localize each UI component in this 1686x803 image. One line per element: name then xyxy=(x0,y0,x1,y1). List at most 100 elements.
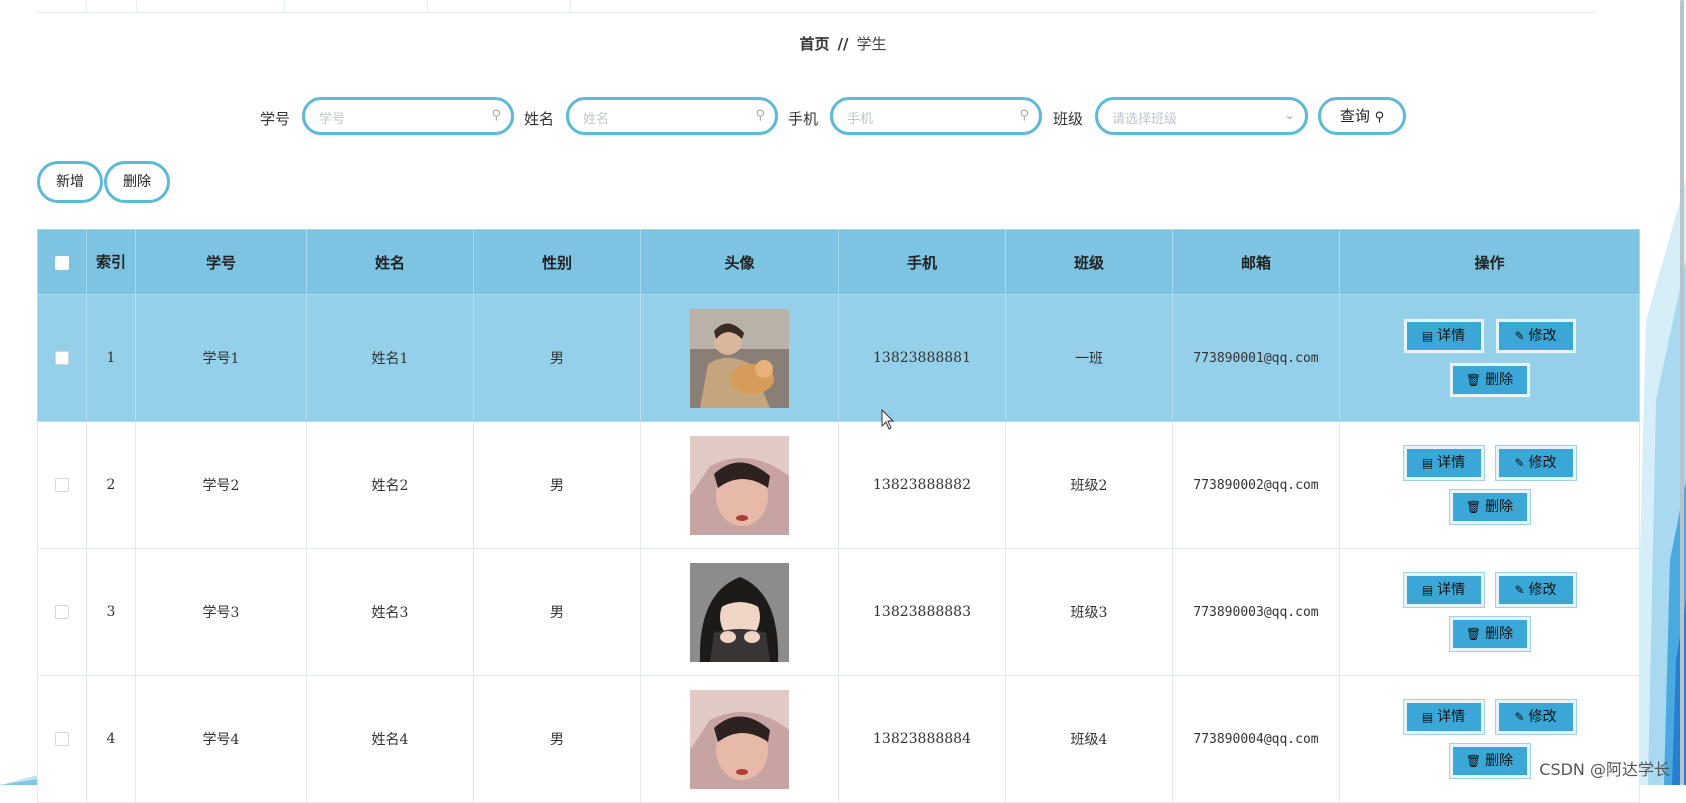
table-row[interactable]: 3 学号3 姓名3 男 13823888883 班级3 773890003@qq… xyxy=(37,548,1640,676)
name-input[interactable]: 姓名 ⚲ xyxy=(566,97,778,135)
cell-phone: 13823888881 xyxy=(838,294,1006,422)
avatar[interactable] xyxy=(690,308,789,408)
edit-label: 修改 xyxy=(1528,328,1557,344)
detail-label: 详情 xyxy=(1437,709,1466,725)
cell-name: 姓名1 xyxy=(306,294,474,422)
cell-index: 4 xyxy=(86,675,136,803)
cell-gender: 男 xyxy=(473,675,641,803)
cell-class: 班级2 xyxy=(1005,421,1173,549)
breadcrumb-home[interactable]: 首页 xyxy=(800,35,830,53)
student-no-input[interactable]: 学号 ⚲ xyxy=(302,97,514,135)
table-header-row: 索引 学号 姓名 性别 头像 手机 班级 邮箱 操作 xyxy=(37,229,1640,295)
edit-button[interactable]: ✎ 修改 xyxy=(1494,318,1577,354)
phone-label: 手机 xyxy=(788,110,819,128)
trash-icon: 🗑 xyxy=(1465,754,1482,768)
row-checkbox[interactable] xyxy=(55,478,69,492)
cell-actions: ▤ 详情 ✎ 修改 🗑 删除 xyxy=(1339,548,1640,676)
add-button[interactable]: 新增 xyxy=(37,161,103,203)
cell-actions: ▤ 详情 ✎ 修改 🗑 删除 xyxy=(1339,421,1640,549)
mouse-pointer-icon xyxy=(881,409,895,430)
cell-gender: 男 xyxy=(473,421,641,549)
cell-student-no: 学号3 xyxy=(135,548,307,676)
detail-button[interactable]: ▤ 详情 xyxy=(1402,445,1485,481)
detail-label: 详情 xyxy=(1437,455,1466,471)
row-select-cell[interactable] xyxy=(37,548,87,676)
detail-button[interactable]: ▤ 详情 xyxy=(1402,318,1485,354)
pencil-icon: ✎ xyxy=(1514,456,1525,470)
cell-email: 773890001@qq.com xyxy=(1172,294,1340,422)
delete-button[interactable]: 🗑 删除 xyxy=(1448,616,1531,652)
pencil-icon: ✎ xyxy=(1514,710,1525,724)
delete-button[interactable]: 🗑 删除 xyxy=(1448,743,1531,779)
phone-input[interactable]: 手机 ⚲ xyxy=(830,97,1042,135)
cell-avatar xyxy=(640,548,839,676)
header-class: 班级 xyxy=(1005,229,1173,295)
delete-label: 删除 xyxy=(1485,753,1514,769)
header-avatar: 头像 xyxy=(640,229,839,295)
document-icon: ▤ xyxy=(1421,710,1434,724)
row-checkbox[interactable] xyxy=(55,732,69,746)
detail-button[interactable]: ▤ 详情 xyxy=(1402,699,1485,735)
row-select-cell[interactable] xyxy=(37,421,87,549)
cell-name: 姓名4 xyxy=(306,675,474,803)
cell-phone: 13823888882 xyxy=(838,421,1006,549)
phone-placeholder: 手机 xyxy=(847,112,874,127)
row-select-cell[interactable] xyxy=(37,294,87,422)
avatar[interactable] xyxy=(690,689,789,789)
delete-button[interactable]: 🗑 删除 xyxy=(1448,489,1531,525)
cell-class: 班级4 xyxy=(1005,675,1173,803)
select-all-cell[interactable] xyxy=(37,229,87,295)
header-phone: 手机 xyxy=(838,229,1006,295)
batch-delete-button[interactable]: 删除 xyxy=(104,161,170,203)
query-label: 查询 xyxy=(1339,107,1370,125)
edit-button[interactable]: ✎ 修改 xyxy=(1494,445,1577,481)
delete-label: 删除 xyxy=(1485,499,1514,515)
name-placeholder: 姓名 xyxy=(583,112,610,127)
trash-icon: 🗑 xyxy=(1465,373,1482,387)
select-all-checkbox[interactable] xyxy=(55,255,69,270)
avatar[interactable] xyxy=(690,562,789,662)
cell-avatar xyxy=(640,421,839,549)
search-icon: ⚲ xyxy=(1374,110,1385,125)
table-row[interactable]: 4 学号4 姓名4 男 13823888884 班级4 773890004@qq… xyxy=(37,675,1640,803)
top-tab-strip xyxy=(36,0,1596,13)
document-icon: ▤ xyxy=(1421,456,1434,470)
trash-icon: 🗑 xyxy=(1465,627,1482,641)
cell-class: 一班 xyxy=(1005,294,1173,422)
row-checkbox[interactable] xyxy=(55,605,69,619)
table-row[interactable]: 1 学号1 姓名1 男 13823888881 一班 773890001@qq.… xyxy=(37,294,1640,422)
trash-icon: 🗑 xyxy=(1465,500,1482,514)
avatar[interactable] xyxy=(690,435,789,535)
document-icon: ▤ xyxy=(1421,329,1434,343)
header-actions: 操作 xyxy=(1339,229,1640,295)
table-row[interactable]: 2 学号2 姓名2 男 13823888882 班级2 773890002@qq… xyxy=(37,421,1640,549)
delete-label: 删除 xyxy=(1485,372,1514,388)
cell-actions: ▤ 详情 ✎ 修改 🗑 删除 xyxy=(1339,675,1640,803)
edit-button[interactable]: ✎ 修改 xyxy=(1494,572,1577,608)
cell-student-no: 学号4 xyxy=(135,675,307,803)
search-icon: ⚲ xyxy=(491,108,501,123)
detail-button[interactable]: ▤ 详情 xyxy=(1402,572,1485,608)
row-select-cell[interactable] xyxy=(37,675,87,803)
cell-student-no: 学号2 xyxy=(135,421,307,549)
delete-button[interactable]: 🗑 删除 xyxy=(1448,362,1531,398)
top-strip-segment xyxy=(86,0,137,12)
header-name: 姓名 xyxy=(306,229,474,295)
search-icon: ⚲ xyxy=(755,108,765,123)
class-select[interactable]: 请选择班级 ⌄ xyxy=(1095,97,1308,135)
query-button[interactable]: 查询 ⚲ xyxy=(1318,97,1406,135)
cell-email: 773890004@qq.com xyxy=(1172,675,1340,803)
cell-student-no: 学号1 xyxy=(135,294,307,422)
watermark: CSDN @阿达学长 xyxy=(1539,760,1670,779)
cell-gender: 男 xyxy=(473,294,641,422)
cell-name: 姓名3 xyxy=(306,548,474,676)
breadcrumb: 首页 // 学生 xyxy=(0,33,1686,54)
edit-button[interactable]: ✎ 修改 xyxy=(1494,699,1577,735)
row-checkbox[interactable] xyxy=(55,351,69,365)
cell-index: 1 xyxy=(86,294,136,422)
cell-class: 班级3 xyxy=(1005,548,1173,676)
student-table: 索引 学号 姓名 性别 头像 手机 班级 邮箱 操作 1 学号1 姓名1 男 1… xyxy=(37,229,1640,803)
edit-label: 修改 xyxy=(1528,709,1557,725)
student-no-placeholder: 学号 xyxy=(319,112,346,127)
cell-email: 773890003@qq.com xyxy=(1172,548,1340,676)
